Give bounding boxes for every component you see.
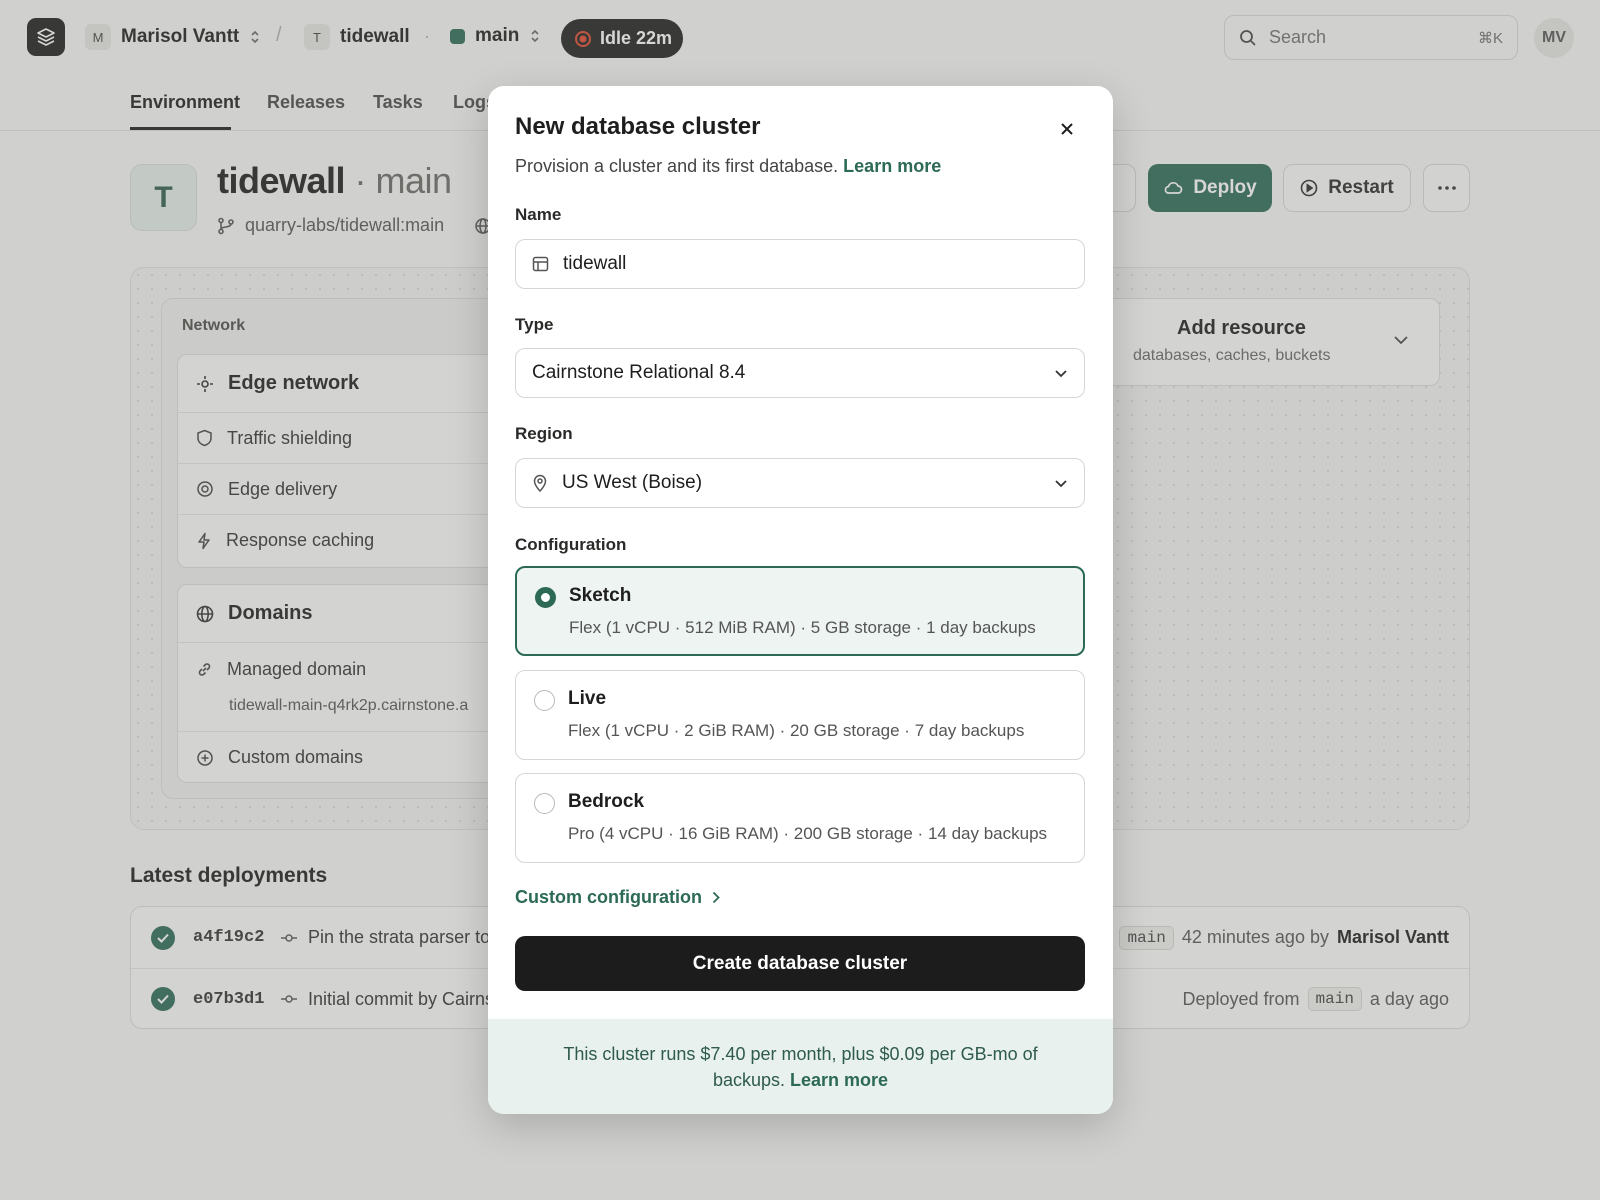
type-select[interactable]: Cairnstone Relational 8.4: [515, 348, 1085, 398]
create-database-cluster-button[interactable]: Create database cluster: [515, 936, 1085, 991]
pricing-footer: This cluster runs $7.40 per month, plus …: [488, 1019, 1113, 1114]
chevron-right-icon: [712, 891, 720, 904]
learn-more-link[interactable]: Learn more: [843, 156, 941, 176]
custom-configuration-label: Custom configuration: [515, 887, 702, 907]
option-title: Live: [568, 688, 607, 709]
name-label: Name: [515, 205, 562, 224]
new-database-cluster-dialog: New database cluster Provision a cluster…: [488, 86, 1113, 1114]
name-value: tidewall: [563, 253, 627, 274]
chevron-down-icon: [1055, 479, 1067, 487]
option-description: Flex (1 vCPU · 2 GiB RAM) · 20 GB storag…: [568, 721, 1025, 740]
custom-configuration-link[interactable]: Custom configuration: [515, 887, 720, 908]
option-title: Bedrock: [568, 791, 645, 812]
config-option-bedrock[interactable]: Bedrock Pro (4 vCPU · 16 GiB RAM) · 200 …: [515, 773, 1085, 863]
dialog-subtitle: Provision a cluster and its first databa…: [515, 156, 941, 177]
option-description: Pro (4 vCPU · 16 GiB RAM) · 200 GB stora…: [568, 824, 1048, 843]
type-label: Type: [515, 315, 554, 334]
name-field[interactable]: tidewall: [515, 239, 1085, 289]
region-value: US West (Boise): [562, 472, 703, 493]
map-pin-icon: [533, 474, 547, 492]
config-option-live[interactable]: Live Flex (1 vCPU · 2 GiB RAM) · 20 GB s…: [515, 670, 1085, 760]
dialog-subtitle-text: Provision a cluster and its first databa…: [515, 156, 839, 176]
close-button[interactable]: [1060, 122, 1074, 136]
config-option-sketch[interactable]: Sketch Flex (1 vCPU · 512 MiB RAM) · 5 G…: [515, 566, 1085, 656]
option-description: Flex (1 vCPU · 512 MiB RAM) · 5 GB stora…: [569, 618, 1036, 637]
chevron-down-icon: [1055, 369, 1067, 377]
radio-selected[interactable]: [535, 587, 556, 608]
pricing-learn-more-link[interactable]: Learn more: [790, 1070, 888, 1090]
option-title: Sketch: [569, 585, 632, 606]
dialog-title: New database cluster: [515, 113, 761, 140]
table-icon: [532, 256, 549, 272]
radio-unselected[interactable]: [534, 690, 555, 711]
region-label: Region: [515, 424, 573, 443]
type-value: Cairnstone Relational 8.4: [532, 362, 746, 383]
configuration-label: Configuration: [515, 535, 627, 554]
close-icon: [1061, 123, 1073, 135]
radio-unselected[interactable]: [534, 793, 555, 814]
region-select[interactable]: US West (Boise): [515, 458, 1085, 508]
